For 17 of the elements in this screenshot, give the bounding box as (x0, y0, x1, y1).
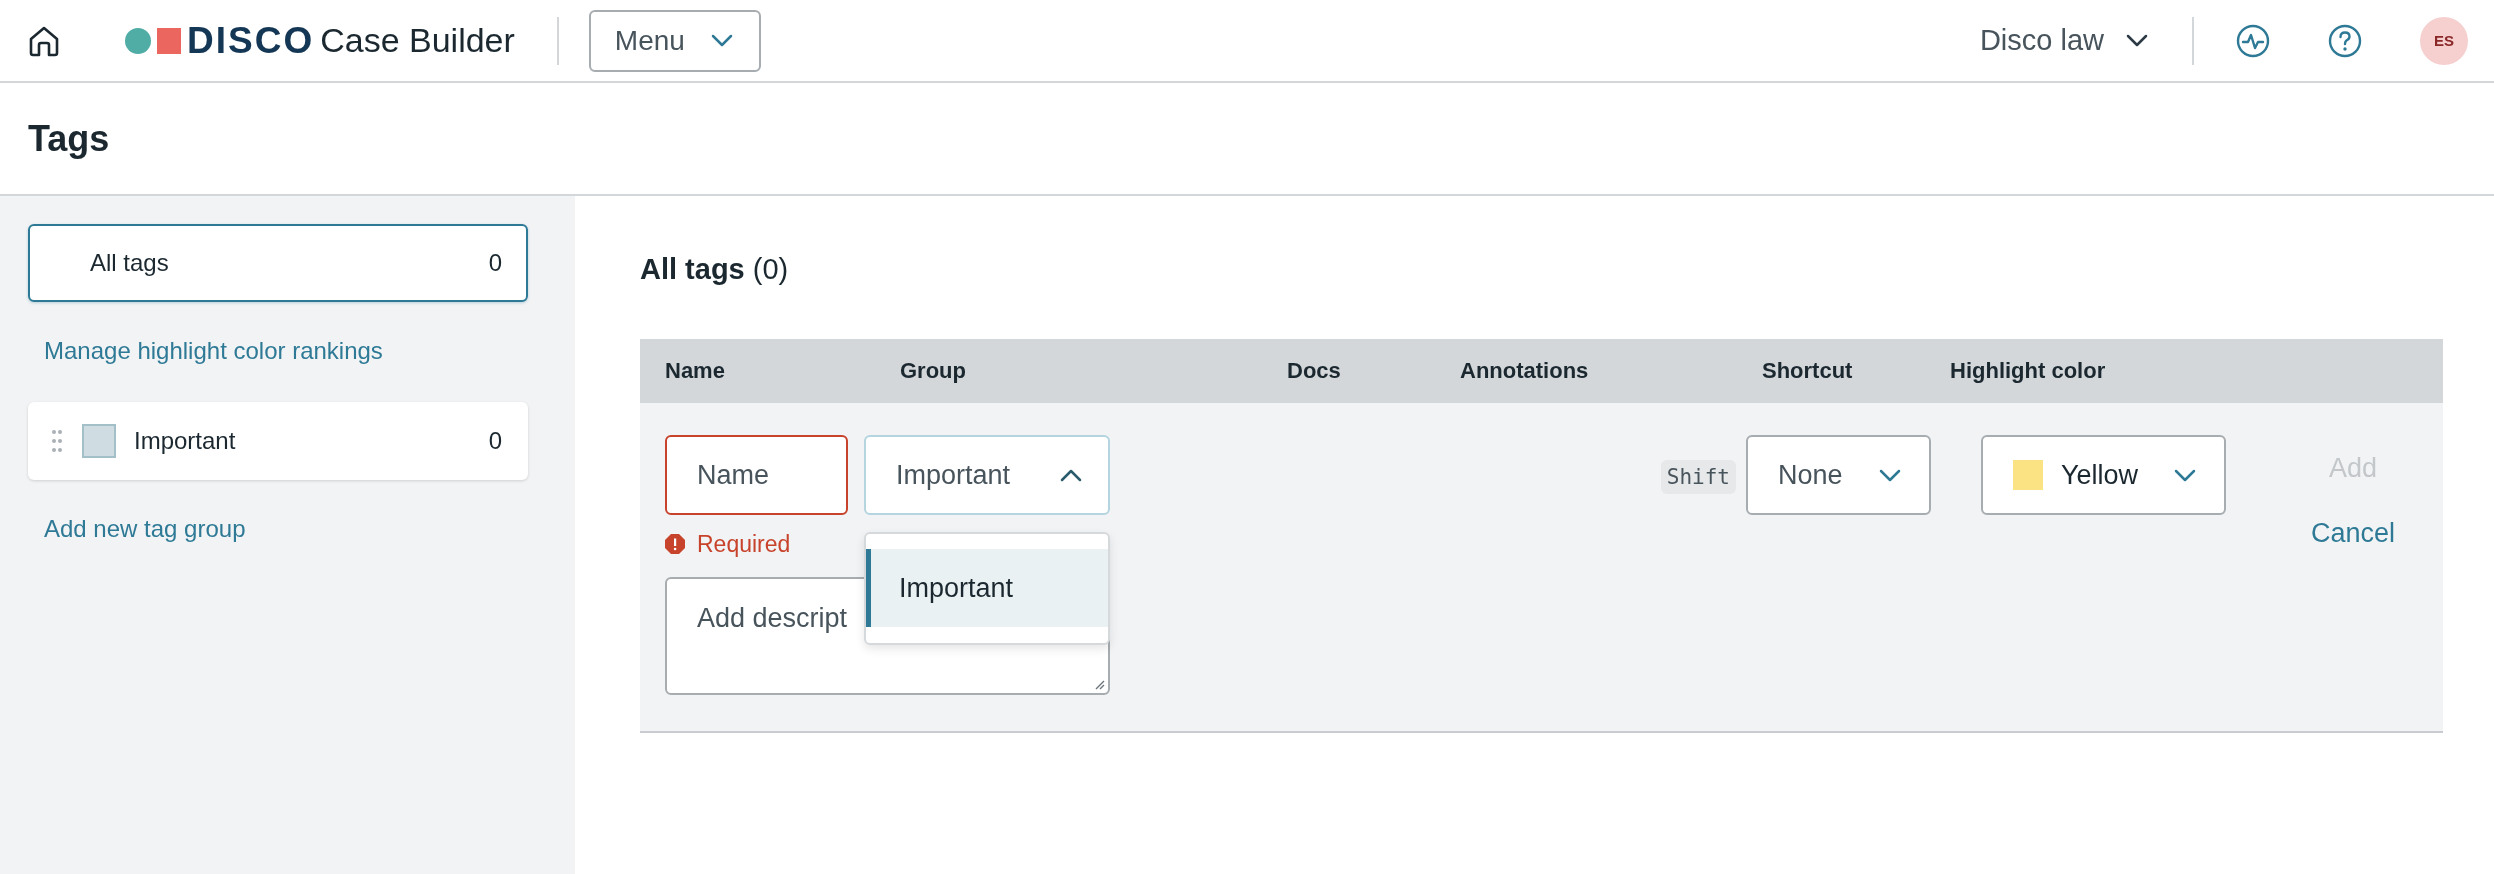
column-header: Highlight color (1950, 358, 2107, 384)
column-header: Shortcut (1762, 358, 1854, 384)
item-label: Important (134, 427, 237, 455)
item-count: 0 (488, 249, 502, 277)
section-heading: All tags (640, 252, 745, 286)
column-header: Group (900, 358, 967, 384)
product-name: Case Builder (320, 21, 515, 60)
item-label: All tags (90, 249, 170, 277)
section-count: (0) (752, 252, 789, 286)
item-count: 0 (488, 427, 502, 455)
error-message: Required (697, 530, 791, 558)
page-title: Tags (28, 117, 110, 160)
brand-name: DISCO (187, 19, 315, 62)
shortcut-key: Shift (1660, 460, 1736, 494)
column-header: Name (665, 358, 726, 384)
column-header: Docs (1287, 358, 1342, 384)
column-header: Annotations (1460, 358, 1590, 384)
